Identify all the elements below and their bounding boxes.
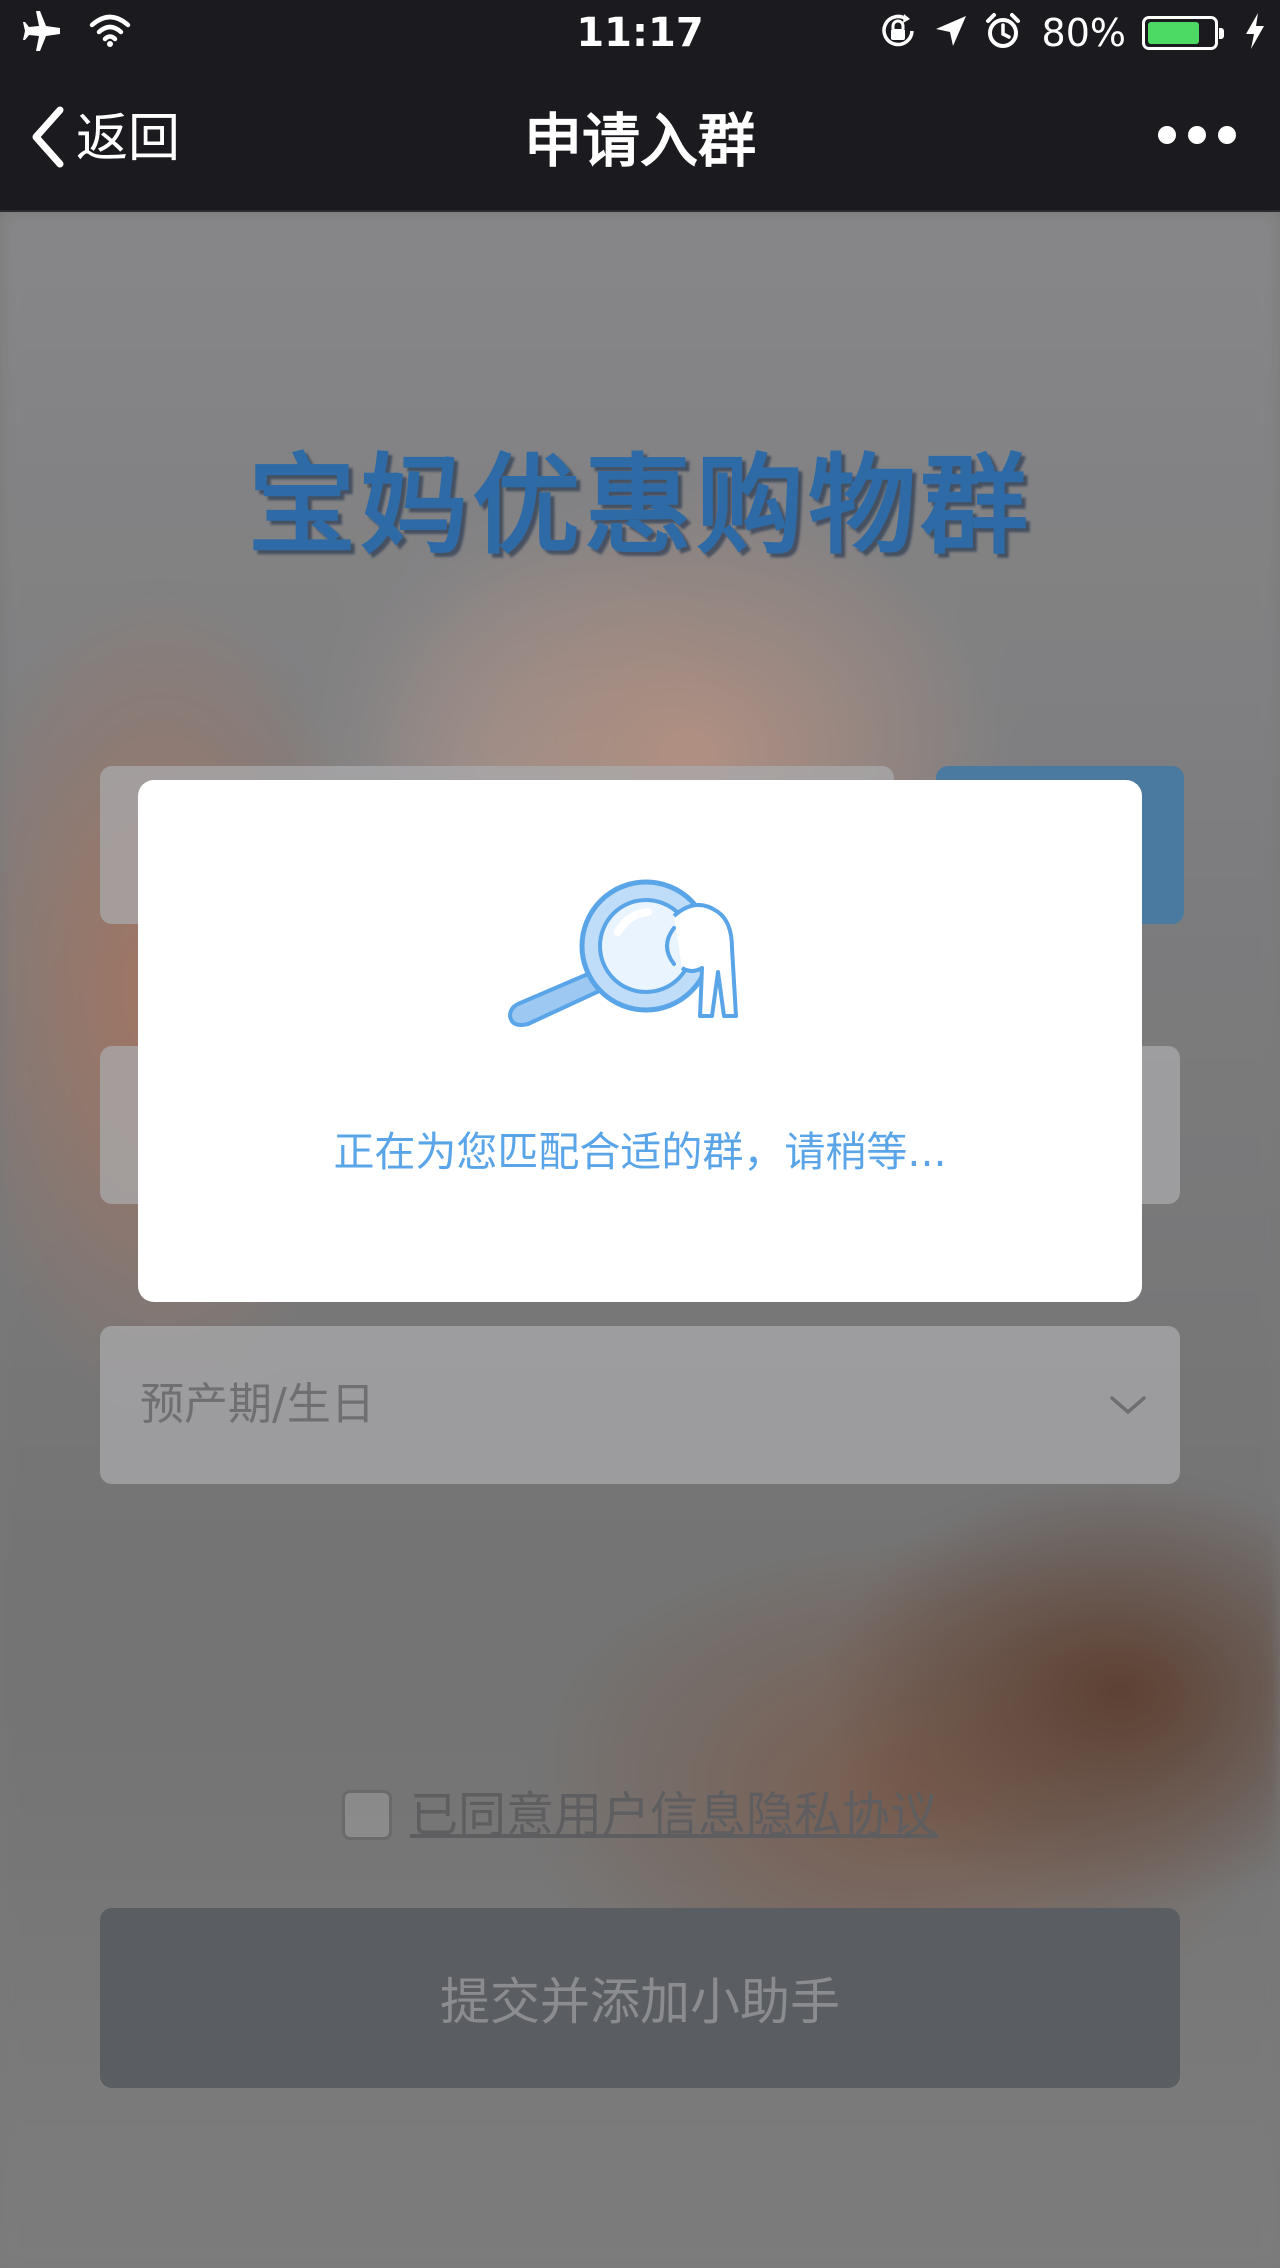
battery-percent: 80% — [1041, 11, 1126, 55]
page-title: 申请入群 — [523, 107, 756, 175]
more-dots-icon[interactable] — [1158, 126, 1236, 144]
location-arrow-icon — [934, 14, 968, 52]
status-right-group: 80% — [878, 10, 1266, 56]
status-bar: 11:17 80% — [0, 0, 1280, 66]
matching-message: 正在为您匹配合适的群，请稍等... — [333, 1128, 947, 1176]
chevron-down-icon — [1108, 1388, 1148, 1422]
due-date-select[interactable]: 预产期/生日 — [100, 1326, 1180, 1484]
matching-modal: 正在为您匹配合适的群，请稍等... — [138, 780, 1142, 1302]
agreement-row: 已同意用户信息隐私协议 — [342, 1782, 938, 1848]
privacy-agreement-link[interactable]: 已同意用户信息隐私协议 — [410, 1782, 938, 1848]
orientation-lock-icon — [878, 11, 918, 55]
submit-button[interactable]: 提交并添加小助手 — [100, 1908, 1180, 2088]
magnifier-search-icon — [506, 876, 776, 1036]
alarm-icon — [984, 12, 1022, 54]
agreement-checkbox[interactable] — [342, 1790, 392, 1840]
group-title: 宝妈优惠购物群 — [247, 444, 1032, 569]
navigation-bar: 返回 申请入群 — [0, 66, 1280, 212]
battery-icon — [1142, 16, 1224, 50]
due-date-placeholder: 预产期/生日 — [140, 1379, 375, 1430]
more-dot — [1158, 126, 1176, 144]
more-dot — [1218, 126, 1236, 144]
charging-bolt-icon — [1244, 12, 1266, 54]
more-dot — [1188, 126, 1206, 144]
battery-level-fill — [1148, 22, 1200, 44]
